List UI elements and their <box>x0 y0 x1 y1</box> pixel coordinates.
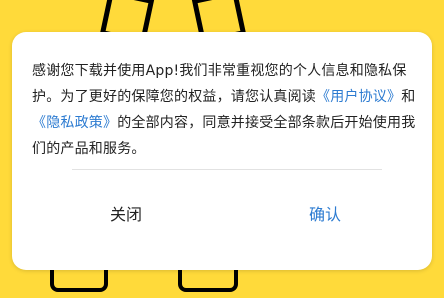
privacy-consent-dialog: 感谢您下载并使用App!我们非常重视您的个人信息和隐私保护。为了更好的保障您的权… <box>12 32 432 270</box>
confirm-button[interactable]: 确认 <box>280 195 370 235</box>
consent-message: 感谢您下载并使用App!我们非常重视您的个人信息和隐私保护。为了更好的保障您的权… <box>32 58 418 162</box>
user-agreement-link[interactable]: 《用户协议》 <box>316 89 401 105</box>
close-button[interactable]: 关闭 <box>86 195 166 235</box>
privacy-policy-link[interactable]: 《隐私政策》 <box>32 115 117 131</box>
dialog-divider <box>72 169 382 170</box>
consent-message-and: 和 <box>401 89 416 105</box>
